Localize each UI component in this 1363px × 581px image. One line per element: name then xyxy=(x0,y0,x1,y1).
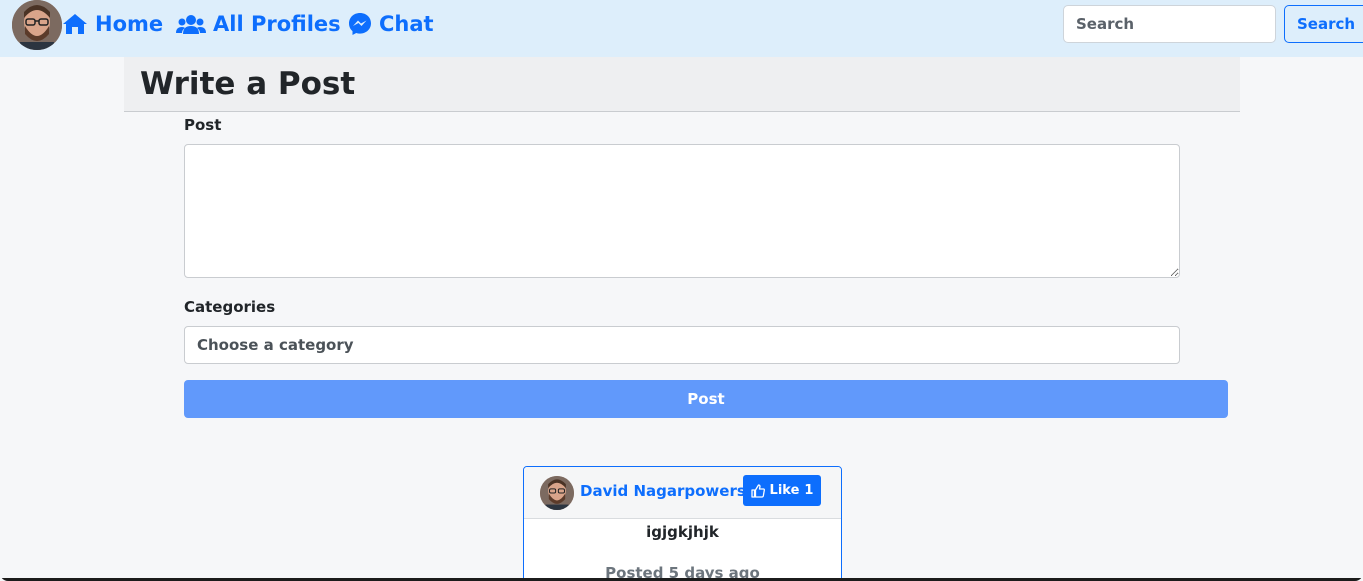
post-card-header: David Nagarpowers Like 1 xyxy=(524,467,841,519)
search-button[interactable]: Search xyxy=(1284,5,1363,43)
category-select[interactable]: Choose a category xyxy=(184,326,1180,364)
like-count: 1 xyxy=(804,483,814,498)
page-title: Write a Post xyxy=(140,66,356,102)
thumbs-up-icon xyxy=(750,483,765,498)
post-submit-button[interactable]: Post xyxy=(184,380,1228,418)
messenger-icon xyxy=(349,13,371,35)
nav-chat-label: Chat xyxy=(379,12,434,36)
search-input[interactable] xyxy=(1063,5,1276,43)
nav-all-profiles-label: All Profiles xyxy=(213,12,341,36)
nav-all-profiles-link[interactable]: All Profiles xyxy=(176,10,341,38)
author-avatar[interactable] xyxy=(540,476,574,510)
post-card: David Nagarpowers Like 1 igjgkjhjk Poste… xyxy=(523,466,842,581)
app-frame: Home All Profiles Chat Search Write a xyxy=(0,0,1363,581)
top-navbar: Home All Profiles Chat Search xyxy=(0,0,1363,57)
post-author-link[interactable]: David Nagarpowers xyxy=(580,482,746,500)
post-body-text: igjgkjhjk xyxy=(646,523,719,541)
nav-chat-link[interactable]: Chat xyxy=(348,10,434,38)
page-header: Write a Post xyxy=(124,57,1240,112)
nav-home-link[interactable]: Home xyxy=(62,10,163,38)
like-label: Like xyxy=(769,483,800,498)
category-placeholder: Choose a category xyxy=(197,336,354,354)
user-avatar[interactable] xyxy=(12,0,62,50)
post-textarea[interactable] xyxy=(184,144,1180,278)
like-button[interactable]: Like 1 xyxy=(743,475,821,506)
nav-home-label: Home xyxy=(95,12,164,36)
users-icon xyxy=(176,15,206,34)
categories-label: Categories xyxy=(184,298,276,316)
post-label: Post xyxy=(184,116,222,134)
home-icon xyxy=(63,14,87,34)
